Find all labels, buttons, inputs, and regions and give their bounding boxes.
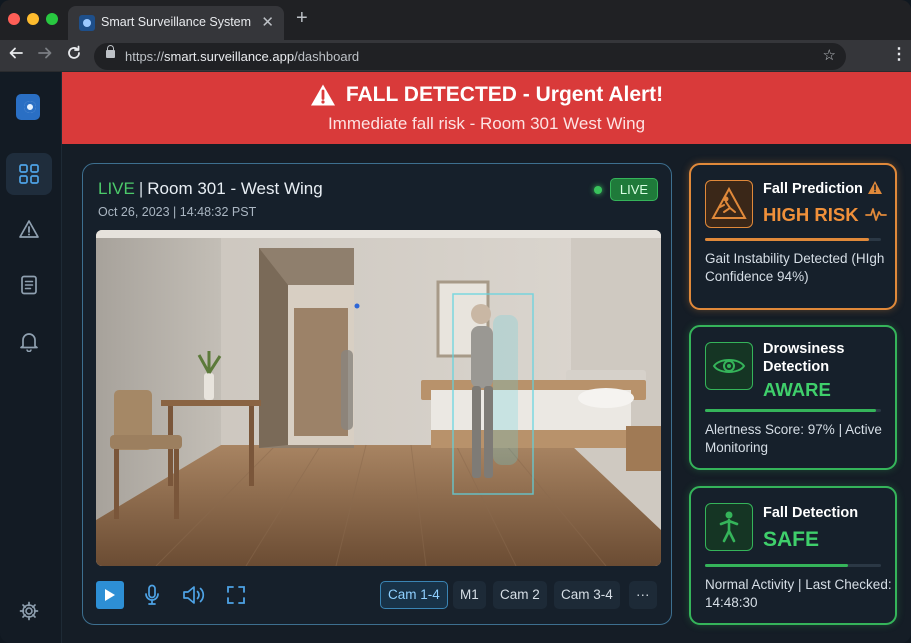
browser-menu-icon[interactable]: ⋮ — [891, 46, 907, 64]
gear-icon — [19, 601, 39, 621]
fall-risk-bar — [705, 238, 881, 241]
live-indicator-dot — [594, 186, 602, 194]
fullscreen-icon — [227, 586, 245, 604]
alertness-bar — [705, 409, 881, 412]
fall-detection-icon-box — [705, 503, 753, 551]
alert-title: FALL DETECTED - Urgent Alert! — [345, 83, 664, 106]
tab-close-icon[interactable]: ✕ — [261, 13, 274, 31]
sidebar-item-reports[interactable] — [6, 264, 52, 306]
fall-detection-value: SAFE — [763, 528, 820, 551]
camera-favicon-icon — [79, 15, 95, 31]
maximize-window-button[interactable] — [46, 13, 58, 25]
drowsiness-icon-box — [705, 342, 753, 390]
fall-detection-card: Fall Detection SAFE Normal Activity | La… — [689, 486, 897, 625]
small-warning-icon — [868, 181, 882, 194]
sidebar-item-dashboard[interactable] — [6, 153, 52, 195]
safety-bar — [705, 564, 881, 567]
alert-subtitle: Immediate fall risk - Room 301 West Wing — [327, 114, 646, 133]
volume-button[interactable] — [180, 581, 208, 609]
drowsiness-value: AWARE — [763, 379, 831, 400]
forward-icon[interactable] — [37, 45, 53, 67]
standing-person-icon — [719, 511, 739, 543]
playback-controls: Cam 1-4 M1 Cam 2 Cam 3-4 ··· — [96, 576, 661, 612]
speaker-icon — [183, 586, 205, 604]
drowsiness-card: Drowsiness Detection AWARE Alertness Sco… — [689, 325, 897, 470]
microphone-icon — [145, 584, 159, 605]
fall-detection-label: Fall Detection — [763, 505, 859, 521]
bell-icon — [20, 333, 38, 352]
room-scene-image — [96, 230, 661, 566]
tab-cam-3-4[interactable]: Cam 3-4 — [554, 581, 620, 609]
fullscreen-button[interactable] — [224, 581, 248, 609]
warning-icon — [19, 220, 39, 238]
microphone-button[interactable] — [140, 581, 164, 609]
sidebar — [0, 72, 62, 643]
browser-window: Smart Surveillance System ✕ + https://sm… — [0, 0, 911, 643]
document-icon — [21, 275, 37, 295]
app-logo-icon — [16, 94, 40, 120]
title-bar: Smart Surveillance System ✕ + — [0, 0, 911, 40]
browser-tab[interactable]: Smart Surveillance System ✕ — [68, 6, 284, 40]
tab-title: Smart Surveillance System — [101, 15, 252, 29]
sidebar-item-notifications[interactable] — [6, 320, 52, 362]
alert-banner: FALL DETECTED - Urgent Alert! Immediate … — [62, 72, 911, 144]
minimize-window-button[interactable] — [27, 13, 39, 25]
play-button[interactable] — [96, 581, 124, 609]
play-icon — [105, 589, 115, 601]
fall-prediction-description: Gait Instability Detected (HIgh Confiden… — [705, 251, 885, 284]
fall-prediction-card: Fall Prediction HIGH RISK Gait Instabili… — [689, 163, 897, 310]
lock-icon — [106, 45, 115, 58]
bookmark-star-icon[interactable]: ☆ — [823, 46, 836, 64]
tab-cam-1-4[interactable]: Cam 1-4 — [380, 581, 448, 609]
drowsiness-label: Drowsiness Detection — [763, 341, 845, 375]
tab-cam-2[interactable]: Cam 2 — [493, 581, 547, 609]
browser-toolbar: https://smart.surveillance.app/dashboard… — [0, 40, 911, 72]
heartbeat-pulse-icon — [865, 208, 887, 221]
fall-risk-icon-box — [705, 180, 753, 228]
new-tab-button[interactable]: + — [296, 8, 308, 28]
url-text: https://smart.surveillance.app/dashboard — [125, 49, 360, 64]
sidebar-item-settings[interactable] — [6, 590, 52, 632]
grid-icon — [19, 164, 39, 184]
reload-icon[interactable] — [66, 45, 82, 67]
slip-warning-icon — [711, 186, 747, 219]
camera-timestamp: Oct 26, 2023 | 14:48:32 PST — [98, 205, 257, 219]
fall-prediction-label: Fall Prediction — [763, 181, 863, 197]
eye-icon — [712, 359, 746, 373]
more-options-button[interactable]: ··· — [629, 581, 657, 609]
camera-video-feed[interactable] — [96, 230, 661, 566]
sidebar-item-alerts[interactable] — [6, 208, 52, 250]
live-badge: LIVE — [610, 178, 658, 201]
fall-detection-description: Normal Activity | Last Checked: 14:48:30 — [705, 577, 892, 610]
camera-feed-card: LIVE | Room 301 - West Wing Oct 26, 2023 |… — [82, 163, 672, 625]
back-icon[interactable] — [8, 45, 24, 67]
close-window-button[interactable] — [8, 13, 20, 25]
camera-title: LIVE | Room 301 - West Wing — [98, 179, 323, 198]
tab-m1[interactable]: M1 — [453, 581, 486, 609]
address-bar[interactable]: https://smart.surveillance.app/dashboard… — [94, 43, 846, 70]
drowsiness-description: Alertness Score: 97% | Active Monitoring — [705, 422, 882, 455]
alert-warning-icon — [310, 84, 335, 106]
fall-prediction-value: HIGH RISK — [763, 204, 859, 225]
